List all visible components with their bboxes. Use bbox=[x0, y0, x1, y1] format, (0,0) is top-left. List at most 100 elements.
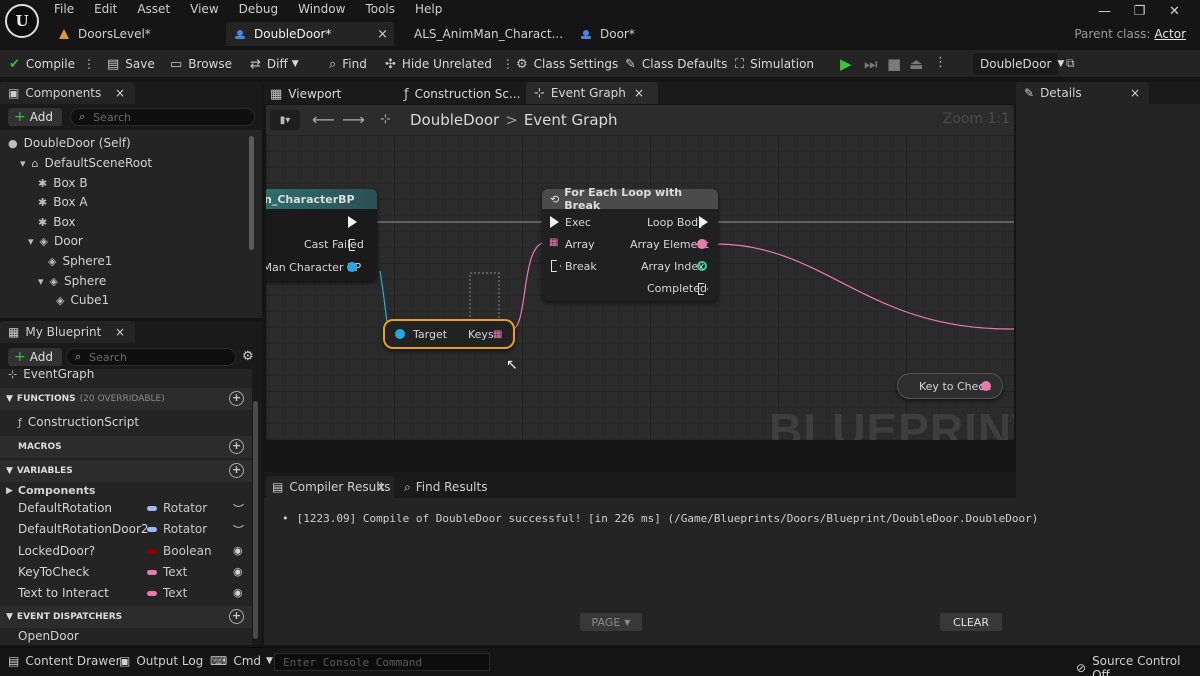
functions-category[interactable]: ▼ FUNCTIONS (20 OVERRIDABLE) + bbox=[0, 388, 252, 410]
menu-window[interactable]: Window bbox=[298, 2, 345, 16]
unreal-logo-icon[interactable]: U bbox=[5, 4, 39, 38]
close-tab-icon[interactable]: × bbox=[634, 86, 644, 100]
tab-find-results[interactable]: ⌕ Find Results bbox=[404, 476, 487, 498]
text-out-pin[interactable] bbox=[981, 381, 991, 391]
replicated-icon[interactable]: ︶ bbox=[233, 522, 244, 538]
diff-button[interactable]: ⇄ Diff ▼ bbox=[250, 55, 299, 73]
replicated-icon[interactable]: ︶ bbox=[233, 501, 244, 517]
eject-icon[interactable]: ⏏ bbox=[909, 55, 923, 73]
minimize-icon[interactable]: — bbox=[1087, 4, 1122, 19]
clear-button[interactable]: CLEAR bbox=[940, 613, 1002, 631]
tree-item-box-b[interactable]: ✱ Box B bbox=[38, 176, 88, 190]
close-panel-icon[interactable]: × bbox=[115, 325, 125, 339]
debug-filter-icon[interactable]: ⧉ bbox=[1066, 56, 1075, 71]
page-button[interactable]: PAGE ▼ bbox=[580, 613, 642, 631]
parent-class-link[interactable]: Actor bbox=[1154, 27, 1186, 41]
compile-options-icon[interactable]: ⋮ bbox=[83, 57, 95, 71]
tree-item-sphere1[interactable]: ◈ Sphere1 bbox=[48, 254, 112, 268]
dispatcher-item-open-door[interactable]: OpenDoor bbox=[18, 629, 79, 643]
step-icon[interactable]: ⏭ bbox=[864, 55, 878, 73]
exec-out-pin[interactable] bbox=[348, 216, 357, 228]
breadcrumb-leaf[interactable]: Event Graph bbox=[524, 111, 618, 129]
bookmark-button[interactable]: ▮▾ bbox=[270, 110, 300, 130]
content-drawer-button[interactable]: ▤ Content Drawer bbox=[8, 654, 121, 668]
cast-node[interactable]: n_CharacterBP Cast Failed n Man Characte… bbox=[266, 189, 377, 281]
cmd-select[interactable]: ⌨ Cmd ▼ bbox=[210, 654, 273, 668]
source-control-button[interactable]: ⊘ Source Control Off bbox=[1076, 654, 1200, 676]
console-command-input[interactable]: Enter Console Command bbox=[274, 653, 490, 671]
tab-doors-level[interactable]: DoorsLevel* bbox=[58, 22, 218, 46]
find-button[interactable]: ⌕ Find bbox=[329, 55, 367, 73]
tree-item-box-a[interactable]: ✱ Box A bbox=[38, 195, 88, 209]
menu-tools[interactable]: Tools bbox=[365, 2, 395, 16]
variables-category[interactable]: ▼ VARIABLES + bbox=[0, 460, 252, 482]
break-in-pin[interactable] bbox=[551, 260, 561, 272]
array-index-pin[interactable] bbox=[697, 261, 707, 271]
array-element-pin[interactable] bbox=[697, 239, 707, 249]
components-scrollbar[interactable] bbox=[249, 136, 254, 250]
eye-icon[interactable]: ◉ bbox=[233, 544, 243, 557]
tab-compiler-results[interactable]: ▤ Compiler Results × bbox=[266, 476, 394, 498]
settings-gear-icon[interactable]: ⚙ bbox=[242, 349, 254, 364]
browse-button[interactable]: ▭ Browse bbox=[170, 55, 232, 73]
components-search-input[interactable]: ⌕ Search bbox=[70, 108, 255, 126]
menu-file[interactable]: File bbox=[54, 2, 74, 16]
simulation-button[interactable]: ⛶ Simulation bbox=[735, 55, 814, 73]
target-pin[interactable] bbox=[395, 329, 405, 339]
loop-body-pin[interactable] bbox=[699, 216, 708, 228]
eye-icon[interactable]: ◉ bbox=[233, 565, 243, 578]
tab-viewport[interactable]: ▦ Viewport bbox=[270, 85, 341, 103]
tree-item-door[interactable]: ▾ ◈ Door bbox=[28, 234, 83, 248]
menu-edit[interactable]: Edit bbox=[94, 2, 117, 16]
compile-button[interactable]: ✔ Compile ⋮ bbox=[9, 55, 95, 73]
keys-node[interactable]: Target Keys ▦ bbox=[383, 319, 515, 349]
tree-item-cube1[interactable]: ◈ Cube1 bbox=[56, 293, 109, 307]
breadcrumb-root[interactable]: DoubleDoor bbox=[410, 111, 499, 129]
hide-unrelated-button[interactable]: ✣ Hide Unrelated ⋮ bbox=[385, 55, 514, 73]
array-in-pin[interactable]: ▦ bbox=[549, 237, 558, 248]
add-variable-icon[interactable]: + bbox=[229, 463, 244, 478]
close-tab-icon[interactable]: × bbox=[376, 480, 386, 494]
event-dispatchers-category[interactable]: ▼ EVENT DISPATCHERS + bbox=[0, 606, 252, 628]
output-log-button[interactable]: ▣ Output Log bbox=[119, 654, 203, 668]
tab-door[interactable]: Door* bbox=[580, 22, 660, 46]
close-tab-icon[interactable]: × bbox=[377, 27, 388, 42]
tree-item-box[interactable]: ✱ Box bbox=[38, 215, 76, 229]
tree-item-sphere[interactable]: ▾ ◈ Sphere bbox=[38, 274, 106, 288]
eye-icon[interactable]: ◉ bbox=[233, 586, 243, 599]
stop-icon[interactable]: ■ bbox=[887, 55, 901, 73]
close-panel-icon[interactable]: × bbox=[115, 86, 125, 100]
menu-view[interactable]: View bbox=[190, 2, 218, 16]
my-blueprint-search-input[interactable]: ⌕ Search bbox=[66, 348, 236, 366]
close-window-icon[interactable]: ✕ bbox=[1157, 4, 1192, 19]
back-arrow-icon[interactable]: ⟵ bbox=[312, 110, 335, 129]
add-macro-icon[interactable]: + bbox=[229, 439, 244, 454]
class-defaults-button[interactable]: ✎ Class Defaults bbox=[625, 55, 727, 73]
tree-item-self[interactable]: ● DoubleDoor (Self) bbox=[8, 136, 131, 150]
play-icon[interactable]: ▶ bbox=[840, 55, 852, 73]
class-settings-button[interactable]: ⚙ Class Settings bbox=[516, 55, 618, 73]
more-options-icon[interactable]: ⋮ bbox=[502, 57, 514, 71]
save-button[interactable]: ▤ Save bbox=[107, 55, 155, 73]
exec-in-pin[interactable] bbox=[550, 216, 559, 228]
menu-asset[interactable]: Asset bbox=[137, 2, 170, 16]
add-dispatcher-icon[interactable]: + bbox=[229, 609, 244, 624]
tab-event-graph[interactable]: ⊹ Event Graph × bbox=[526, 82, 658, 104]
object-out-pin[interactable] bbox=[347, 262, 357, 272]
debug-object-select[interactable]: DoubleDoor ▼ bbox=[973, 53, 1064, 75]
array-pin-icon[interactable]: ▦ bbox=[493, 329, 502, 340]
event-graph-item[interactable]: ⊹ EventGraph bbox=[8, 369, 94, 381]
menu-debug[interactable]: Debug bbox=[239, 2, 278, 16]
menu-help[interactable]: Help bbox=[415, 2, 442, 16]
tab-double-door[interactable]: DoubleDoor* × bbox=[226, 22, 394, 46]
forward-arrow-icon[interactable]: ⟶ bbox=[342, 110, 365, 129]
add-member-button[interactable]: + Add bbox=[8, 348, 62, 366]
components-subcategory[interactable]: ▶ Components bbox=[6, 484, 95, 497]
play-options-icon[interactable]: ⋮ bbox=[934, 55, 947, 70]
tab-construction-script[interactable]: ƒ Construction Sc... bbox=[404, 85, 520, 103]
tab-als-animman[interactable]: ALS_AnimMan_Charact... bbox=[406, 22, 571, 46]
graph-canvas[interactable]: n_CharacterBP Cast Failed n Man Characte… bbox=[266, 135, 1014, 440]
maximize-icon[interactable]: ❐ bbox=[1122, 4, 1157, 19]
my-blueprint-scrollbar[interactable] bbox=[253, 401, 258, 639]
function-item-construction-script[interactable]: ƒ ConstructionScript bbox=[18, 415, 139, 429]
